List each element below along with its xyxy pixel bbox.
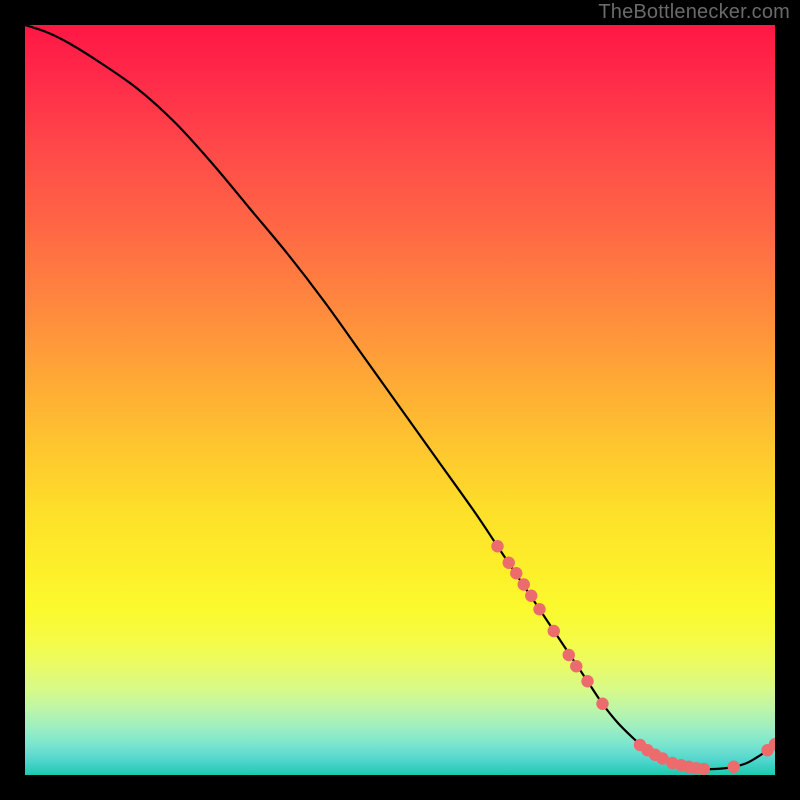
bottleneck-curve (25, 25, 775, 769)
data-point (596, 698, 608, 710)
plot-area (25, 25, 775, 775)
data-point (728, 761, 740, 773)
data-point (698, 763, 710, 775)
watermark-text: TheBottlenecker.com (598, 1, 790, 24)
data-point (533, 603, 545, 615)
data-point (570, 660, 582, 672)
data-point (510, 567, 522, 579)
data-point (518, 578, 530, 590)
curve-svg (25, 25, 775, 775)
curve-group (25, 25, 775, 769)
data-point (563, 649, 575, 661)
data-point (491, 540, 503, 552)
data-point (503, 557, 515, 569)
data-point (525, 590, 537, 602)
points-group (491, 540, 775, 775)
data-point (581, 675, 593, 687)
chart-container: TheBottlenecker.com (0, 0, 800, 800)
data-point (548, 625, 560, 637)
